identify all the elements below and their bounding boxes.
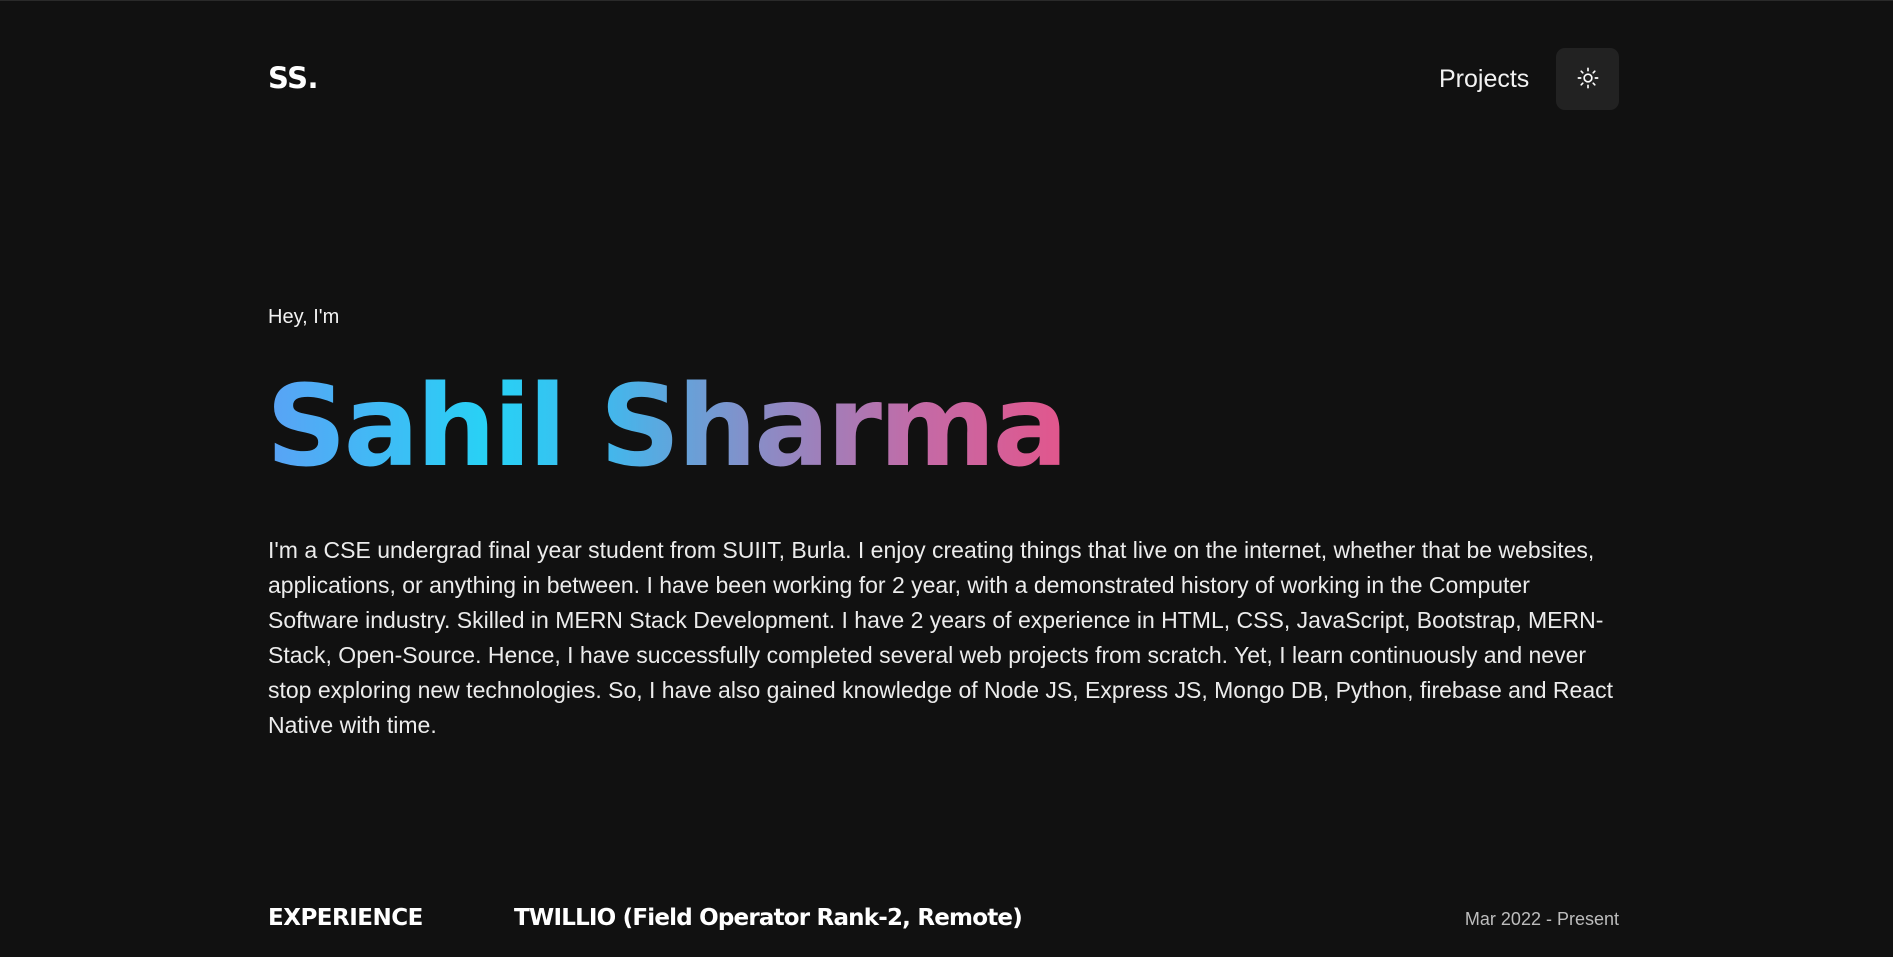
nav-projects-link[interactable]: Projects [1439, 65, 1529, 94]
experience-section-label: EXPERIENCE [268, 905, 423, 931]
experience-job-date: Mar 2022 - Present [1464, 909, 1619, 929]
site-logo[interactable]: SS. [268, 61, 319, 95]
sun-icon [1577, 67, 1599, 92]
hero-greeting: Hey, I'm [268, 306, 340, 328]
portfolio-page: SS. Projects Hey, I'm Sahil Sharma I'm a… [0, 0, 1893, 957]
experience-job-title: TWILLIO (Field Operator Rank-2, Remote) [514, 905, 1023, 931]
theme-toggle-button[interactable] [1556, 48, 1619, 110]
hero-bio: I'm a CSE undergrad final year student f… [268, 537, 1614, 738]
hero-name-heading: Sahil Sharma [266, 362, 1068, 492]
